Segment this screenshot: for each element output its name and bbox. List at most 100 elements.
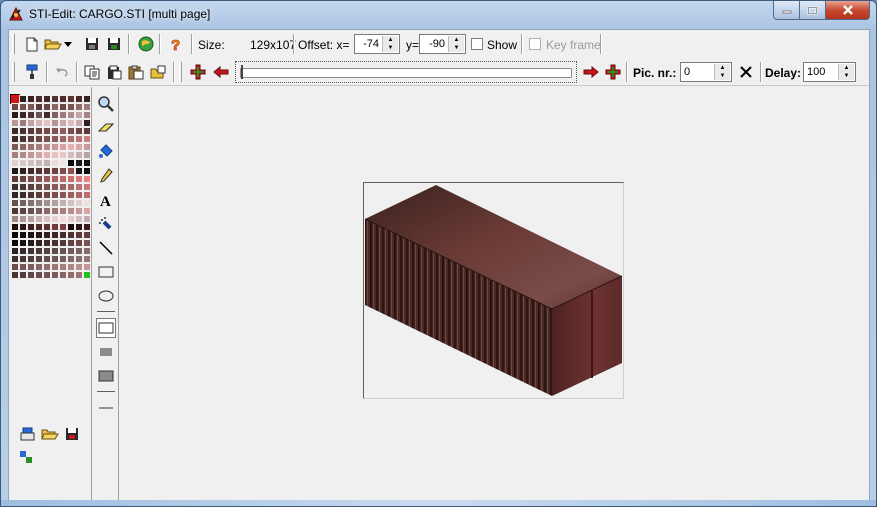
maximize-button[interactable] — [800, 1, 826, 20]
palette-swatch[interactable] — [67, 231, 75, 239]
palette-swatch[interactable] — [35, 271, 43, 279]
palette-swatch[interactable] — [43, 167, 51, 175]
palette-swatch[interactable] — [19, 111, 27, 119]
line-width-option[interactable] — [96, 398, 116, 418]
open-file-button[interactable] — [44, 34, 62, 54]
spray-tool[interactable] — [96, 214, 116, 234]
palette-swatch[interactable] — [43, 191, 51, 199]
palette-swatch[interactable] — [19, 215, 27, 223]
paint-roller-button[interactable] — [22, 62, 42, 82]
palette-swatch[interactable] — [51, 183, 59, 191]
palette-swatch[interactable] — [35, 159, 43, 167]
palette-swatch[interactable] — [67, 151, 75, 159]
palette-swatch[interactable] — [43, 263, 51, 271]
palette-swatch[interactable] — [43, 207, 51, 215]
palette-swatch[interactable] — [51, 159, 59, 167]
offset-y-arrows[interactable]: ▲ ▼ — [448, 36, 464, 52]
sprite-frame[interactable] — [363, 182, 624, 399]
palette-swatch[interactable] — [27, 263, 35, 271]
palette-swatch[interactable] — [83, 231, 91, 239]
palette-swatch[interactable] — [59, 199, 67, 207]
palette-swatch[interactable] — [83, 239, 91, 247]
spin-up-icon[interactable]: ▲ — [839, 64, 854, 72]
palette-swatch[interactable] — [67, 119, 75, 127]
palette-swatch[interactable] — [43, 151, 51, 159]
palette-swatch[interactable] — [43, 95, 51, 103]
palette-swatch[interactable] — [43, 271, 51, 279]
palette-swatch[interactable] — [59, 207, 67, 215]
palette-swatch[interactable] — [19, 119, 27, 127]
palette-swatch[interactable] — [67, 111, 75, 119]
palette-swatch[interactable] — [43, 135, 51, 143]
palette-swatch[interactable] — [11, 127, 19, 135]
palette-swatch[interactable] — [11, 191, 19, 199]
palette-swatch[interactable] — [27, 103, 35, 111]
palette-swatch[interactable] — [59, 215, 67, 223]
palette-swatch[interactable] — [35, 255, 43, 263]
eraser-tool[interactable] — [96, 118, 116, 138]
palette-swatch[interactable] — [35, 263, 43, 271]
save-button[interactable] — [82, 34, 102, 54]
palette-swatch[interactable] — [83, 255, 91, 263]
palette-swatch[interactable] — [83, 119, 91, 127]
palette-swatch[interactable] — [83, 191, 91, 199]
palette-swap-button[interactable] — [17, 448, 35, 466]
palette-swatch[interactable] — [83, 143, 91, 151]
palette-swatch[interactable] — [51, 207, 59, 215]
palette-swatch[interactable] — [51, 199, 59, 207]
palette-swatch[interactable] — [27, 207, 35, 215]
palette-swatch[interactable] — [75, 223, 83, 231]
palette-swatch[interactable] — [19, 207, 27, 215]
text-tool[interactable]: A — [96, 190, 116, 210]
paste-button[interactable] — [126, 62, 146, 82]
palette-load-button[interactable] — [19, 425, 37, 443]
palette-swatch[interactable] — [67, 191, 75, 199]
palette-swatch[interactable] — [19, 103, 27, 111]
frame-slider[interactable] — [235, 61, 577, 83]
previous-frame-button[interactable] — [211, 62, 231, 82]
palette-swatch[interactable] — [59, 103, 67, 111]
palette-swatch[interactable] — [75, 199, 83, 207]
palette-swatch[interactable] — [35, 151, 43, 159]
palette-swatch[interactable] — [35, 135, 43, 143]
palette-swatch[interactable] — [75, 183, 83, 191]
palette-swatch[interactable] — [27, 199, 35, 207]
title-bar[interactable]: STI-Edit: CARGO.STI [multi page] — [1, 1, 876, 27]
palette-swatch[interactable] — [75, 159, 83, 167]
palette-swatch[interactable] — [19, 263, 27, 271]
palette-swatch[interactable] — [51, 103, 59, 111]
palette-swatch[interactable] — [27, 159, 35, 167]
palette-swatch[interactable] — [19, 239, 27, 247]
palette-save-button[interactable] — [63, 425, 81, 443]
offset-x-arrows[interactable]: ▲ ▼ — [382, 36, 398, 52]
palette-swatch[interactable] — [19, 127, 27, 135]
palette-swatch[interactable] — [83, 199, 91, 207]
copy-button[interactable] — [82, 62, 102, 82]
palette-swatch[interactable] — [67, 215, 75, 223]
ellipse-tool[interactable] — [96, 286, 116, 306]
palette-swatch[interactable] — [11, 183, 19, 191]
palette-swatch[interactable] — [75, 255, 83, 263]
spin-down-icon[interactable]: ▼ — [449, 44, 464, 52]
palette-swatch[interactable] — [75, 247, 83, 255]
palette-swatch[interactable] — [27, 167, 35, 175]
toolbar-grip[interactable] — [12, 34, 15, 54]
keyframe-checkbox[interactable] — [529, 38, 541, 50]
palette-swatch[interactable] — [59, 231, 67, 239]
palette-swatch[interactable] — [19, 199, 27, 207]
palette-swatch[interactable] — [43, 239, 51, 247]
palette-swatch[interactable] — [35, 231, 43, 239]
palette-swatch[interactable] — [11, 271, 19, 279]
delay-spinner[interactable]: 100 ▲ ▼ — [803, 62, 856, 82]
palette-swatch[interactable] — [19, 255, 27, 263]
cargo-container-sprite[interactable] — [364, 183, 623, 398]
palette-swatch[interactable] — [11, 175, 19, 183]
palette-swatch[interactable] — [19, 135, 27, 143]
palette-swatch[interactable] — [27, 271, 35, 279]
palette-swatch[interactable] — [83, 223, 91, 231]
palette-swatch[interactable] — [67, 183, 75, 191]
frame-slider-track[interactable] — [240, 68, 572, 78]
spin-up-icon[interactable]: ▲ — [715, 64, 730, 72]
palette-swatch[interactable] — [27, 127, 35, 135]
palette-swatch[interactable] — [67, 143, 75, 151]
